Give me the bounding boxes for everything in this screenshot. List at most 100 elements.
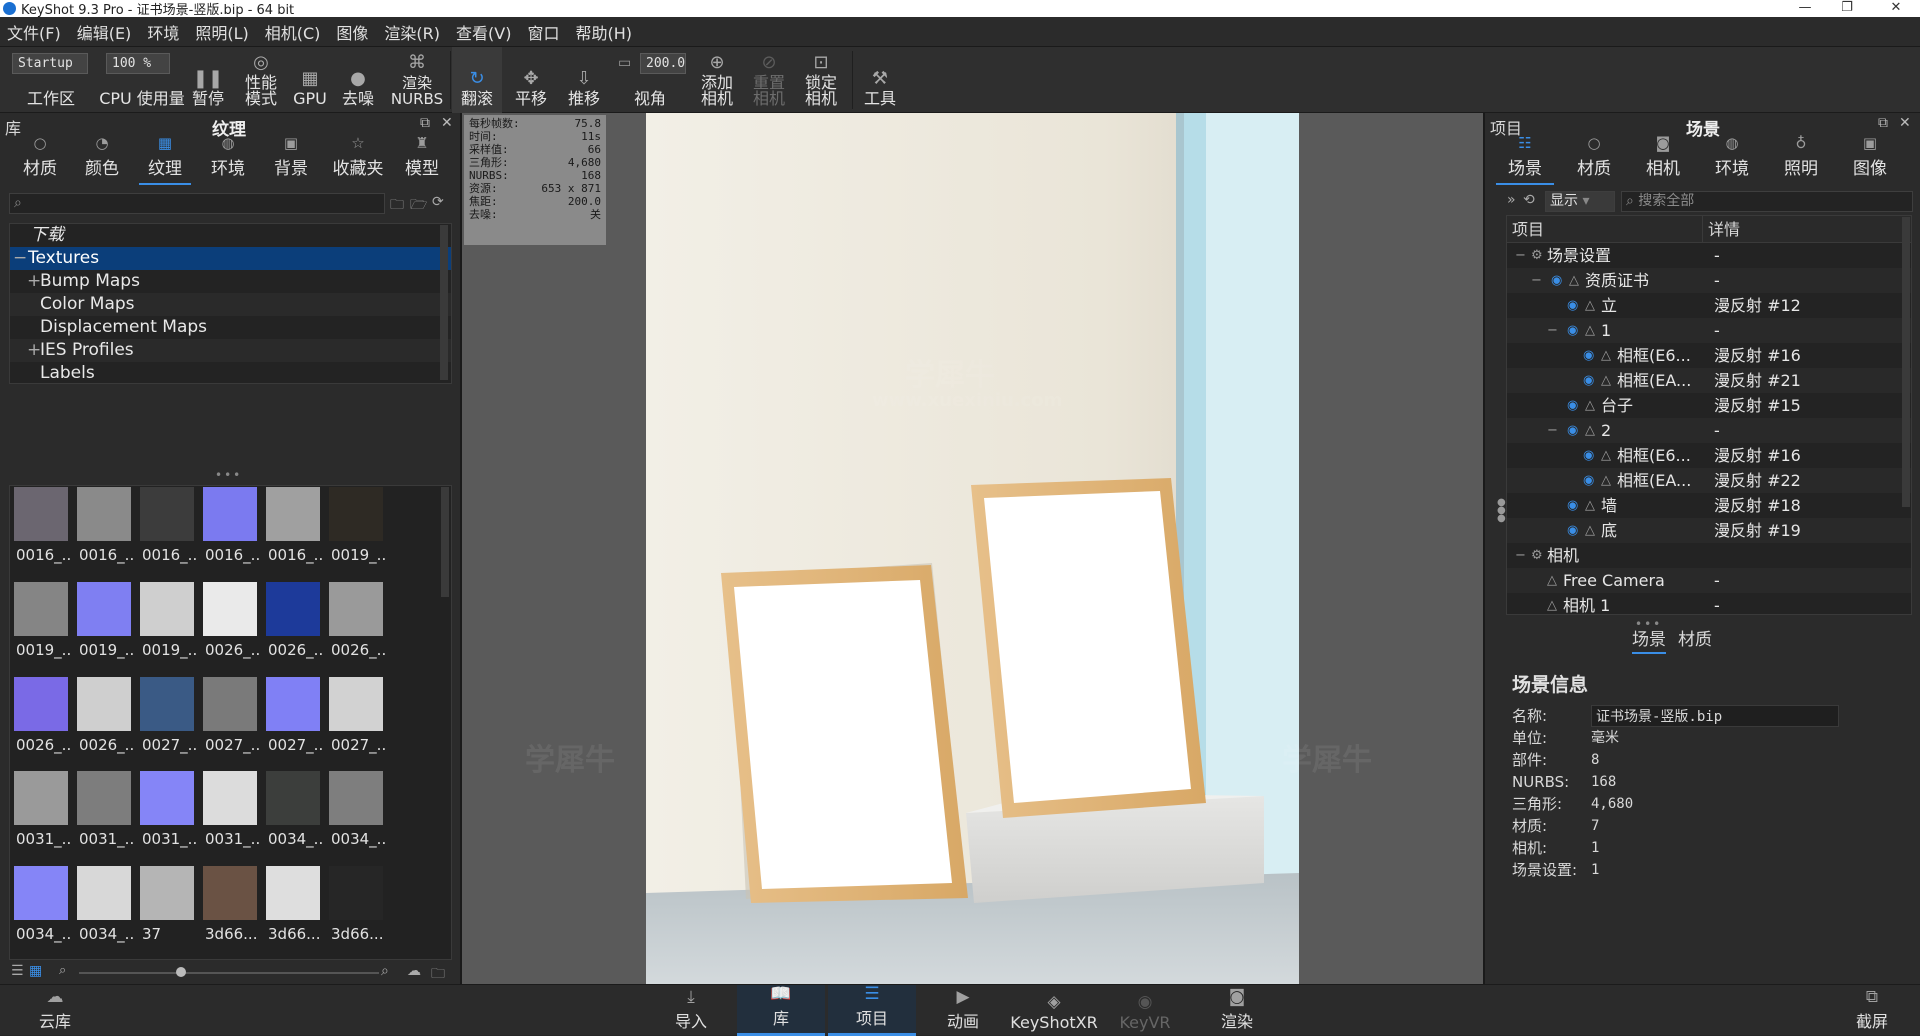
subtab-material[interactable]: 材质 (1678, 625, 1712, 654)
tab-image[interactable]: ▣ 图像 (1841, 134, 1899, 185)
texture-thumbnail[interactable]: 0019_... (75, 580, 133, 669)
texture-thumbnail[interactable]: 0027_... (201, 675, 259, 764)
tab-materials[interactable]: ○ 材质 (1565, 134, 1623, 185)
texture-thumbnail[interactable]: 0016_... (201, 485, 259, 574)
collapse-icon[interactable]: − (1547, 418, 1558, 443)
maximize-button[interactable]: ❐ (1827, 0, 1867, 17)
menu-view[interactable]: 查看(V) (449, 20, 520, 44)
project-toggle-button[interactable]: ☰ 项目 (828, 984, 916, 1036)
collapse-icon[interactable]: − (1515, 243, 1526, 268)
thumbnail-size-slider[interactable] (79, 972, 379, 974)
scene-tree-row[interactable]: ◉ △ 相框(EA... 漫反射 #22 (1507, 468, 1911, 493)
close-window-button[interactable]: ✕ (1876, 0, 1916, 17)
cloud-library-button[interactable]: ☁ 云库 (34, 985, 76, 1036)
menu-lighting[interactable]: 照明(L) (188, 20, 257, 44)
tab-colors[interactable]: ◔ 颜色 (76, 134, 128, 185)
scene-search-input[interactable]: ⌕ 搜索全部 (1621, 191, 1913, 212)
library-toggle-button[interactable]: 📖 库 (737, 984, 825, 1036)
render-nurbs-button[interactable]: ⌘ 渲染 NURBS (391, 47, 443, 113)
visibility-eye-icon[interactable]: ◉ (1567, 418, 1578, 443)
texture-thumbnail[interactable]: 0019_... (12, 580, 70, 669)
texture-thumbnail[interactable]: 0026_... (201, 580, 259, 669)
tree-scrollbar[interactable] (440, 225, 448, 380)
minimize-button[interactable]: — (1785, 0, 1825, 17)
close-panel-icon[interactable]: ✕ (1899, 115, 1911, 131)
texture-thumbnail[interactable]: 0034_... (12, 864, 70, 953)
visibility-eye-icon[interactable]: ◉ (1551, 268, 1562, 293)
folder-item[interactable]: Displacement Maps (10, 316, 451, 339)
menu-help[interactable]: 帮助(H) (568, 20, 641, 44)
texture-thumbnail[interactable]: 0031_... (201, 769, 259, 858)
folder-item[interactable]: + IES Profiles (10, 339, 451, 362)
visibility-eye-icon[interactable]: ◉ (1583, 368, 1594, 393)
texture-thumbnail[interactable]: 0026_... (327, 580, 385, 669)
slider-handle[interactable] (176, 967, 186, 977)
thumbnail-scrollbar[interactable] (441, 487, 449, 597)
collapse-icon[interactable]: − (1531, 268, 1542, 293)
menu-camera[interactable]: 相机(C) (258, 20, 330, 44)
undock-icon[interactable]: ⧉ (1878, 115, 1888, 131)
visibility-eye-icon[interactable]: ◉ (1567, 293, 1578, 318)
grid-view-icon[interactable]: ▦ (29, 963, 42, 979)
texture-thumbnail[interactable]: 0034_... (327, 769, 385, 858)
close-panel-icon[interactable]: ✕ (441, 115, 453, 131)
pick-icon[interactable]: ⟲ (1523, 192, 1535, 208)
drag-handle-icon[interactable]: ● ● ● (1497, 498, 1506, 524)
folder-item[interactable]: − Textures (10, 247, 451, 270)
folder-item[interactable]: Color Maps (10, 293, 451, 316)
texture-thumbnail[interactable]: 0026_... (264, 580, 322, 669)
folder-item[interactable]: 下载 (10, 224, 451, 247)
reset-camera-button[interactable]: ⊘ 重置 相机 (744, 47, 794, 113)
tab-materials[interactable]: ○ 材质 (14, 134, 66, 185)
pause-button[interactable]: ❚❚ 暂停 (188, 47, 228, 113)
texture-thumbnail[interactable]: 0016_... (75, 485, 133, 574)
subtab-scene[interactable]: 场景 (1632, 625, 1666, 654)
scene-tree-row[interactable]: − ⚙ 相机 (1507, 543, 1911, 568)
dolly-button[interactable]: ⇩ 推移 (558, 47, 610, 113)
scene-tree-row[interactable]: △ Free Camera - (1507, 568, 1911, 593)
scene-tree-row[interactable]: − ◉ △ 资质证书 - (1507, 268, 1911, 293)
tab-textures[interactable]: ▦ 纹理 (139, 134, 191, 185)
texture-thumbnail[interactable]: 0016_... (138, 485, 196, 574)
collapse-icon[interactable]: − (1547, 318, 1558, 343)
expand-icon[interactable]: + (27, 270, 41, 293)
texture-thumbnail[interactable]: 0026_... (12, 675, 70, 764)
tumble-button[interactable]: ↻ 翻滚 (452, 47, 502, 113)
render-image[interactable] (646, 113, 1299, 984)
info-value[interactable]: 证书场景-竖版.bip (1591, 705, 1839, 727)
tab-scene[interactable]: ☷ 场景 (1496, 134, 1554, 185)
menu-render[interactable]: 渲染(R) (377, 20, 449, 44)
render-button[interactable]: ◙ 渲染 (1210, 985, 1264, 1036)
folder-open-icon[interactable]: 🗀 (390, 194, 404, 218)
collapse-icon[interactable]: − (1515, 543, 1526, 568)
undock-icon[interactable]: ⧉ (420, 115, 430, 131)
texture-thumbnail[interactable]: 0027_... (264, 675, 322, 764)
texture-thumbnail[interactable]: 0034_... (75, 864, 133, 953)
tab-lighting[interactable]: ♁ 照明 (1772, 134, 1830, 185)
folder-item[interactable]: + Bump Maps (10, 270, 451, 293)
pan-button[interactable]: ✥ 平移 (506, 47, 556, 113)
visibility-eye-icon[interactable]: ◉ (1567, 393, 1578, 418)
tab-backgrounds[interactable]: ▣ 背景 (265, 134, 317, 185)
menu-file[interactable]: 文件(F) (0, 20, 70, 44)
visibility-eye-icon[interactable]: ◉ (1567, 518, 1578, 543)
scene-tree-row[interactable]: ◉ △ 相框(EA... 漫反射 #21 (1507, 368, 1911, 393)
scene-tree-row[interactable]: − ◉ △ 1 - (1507, 318, 1911, 343)
visibility-eye-icon[interactable]: ◉ (1567, 318, 1578, 343)
scene-tree-row[interactable]: ◉ △ 相框(E6... 漫反射 #16 (1507, 343, 1911, 368)
zoom-in-icon[interactable]: ⌕ (381, 963, 389, 979)
tab-favorites[interactable]: ☆ 收藏夹 (326, 134, 390, 185)
visibility-eye-icon[interactable]: ◉ (1583, 343, 1594, 368)
visibility-eye-icon[interactable]: ◉ (1583, 443, 1594, 468)
menu-edit[interactable]: 编辑(E) (70, 20, 141, 44)
texture-thumbnail[interactable]: 0026_... (75, 675, 133, 764)
expand-all-icon[interactable]: » (1507, 192, 1516, 208)
refresh-icon[interactable]: ⟳ (432, 194, 444, 210)
tab-models[interactable]: ♜ 模型 (396, 134, 448, 185)
tab-environments[interactable]: ◍ 环境 (202, 134, 254, 185)
texture-thumbnail[interactable]: 0016_... (264, 485, 322, 574)
texture-thumbnail[interactable]: 0027_... (327, 675, 385, 764)
column-detail[interactable]: 详情 (1703, 216, 1740, 242)
texture-thumbnail[interactable]: 3d66... (327, 864, 385, 953)
scene-tree-row[interactable]: △ 相机 1 - (1507, 593, 1911, 614)
